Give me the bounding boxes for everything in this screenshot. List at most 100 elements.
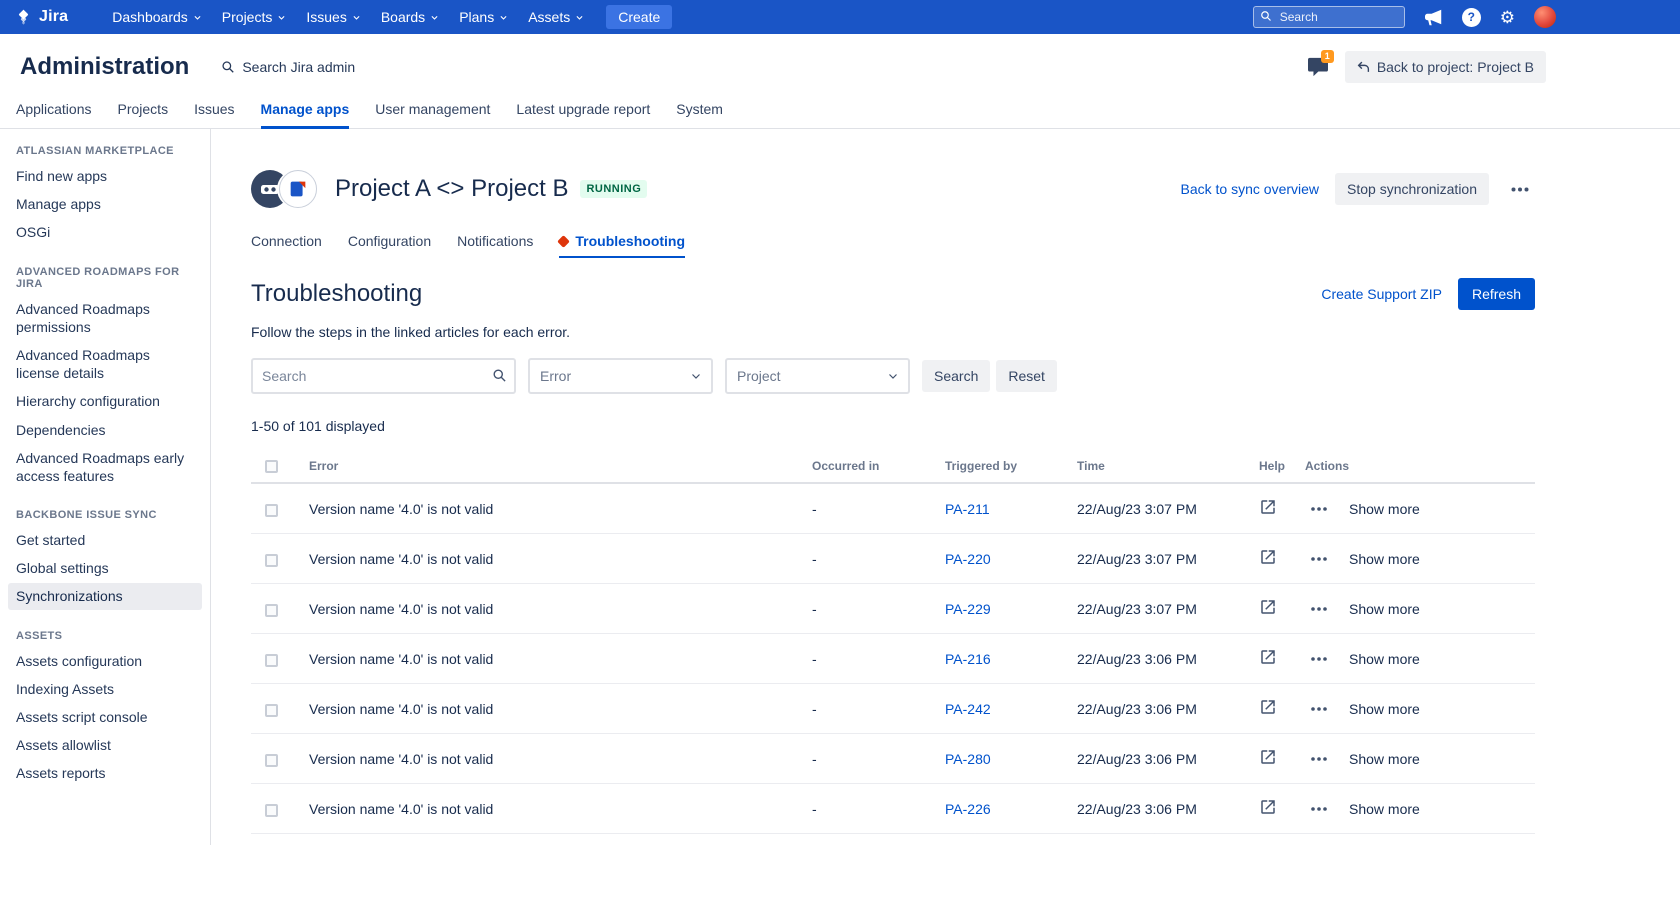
external-link-icon[interactable] [1259,548,1277,566]
admin-sidebar: ATLASSIAN MARKETPLACE Find new apps Mana… [0,129,211,845]
sync-tab[interactable]: Notifications [457,233,533,258]
sync-tab[interactable]: Configuration [348,233,431,258]
sidebar-item[interactable]: Dependencies [8,417,202,443]
error-search-input[interactable] [251,358,516,394]
row-checkbox[interactable] [265,604,278,617]
jira-logo[interactable]: Jira [14,8,68,27]
show-more-button[interactable]: Show more [1349,501,1420,517]
more-actions-icon[interactable] [1305,702,1333,715]
topnav-menu-item[interactable]: Issues [296,0,370,34]
external-link-icon[interactable] [1259,498,1277,516]
row-checkbox[interactable] [265,554,278,567]
more-actions-icon[interactable] [1305,602,1333,615]
show-more-button[interactable]: Show more [1349,701,1420,717]
stop-synchronization-button[interactable]: Stop synchronization [1335,173,1489,205]
triggered-by-link[interactable]: PA-226 [945,801,991,817]
triggered-by-link[interactable]: PA-229 [945,601,991,617]
error-filter-select[interactable]: Error [528,358,713,394]
triggered-by-link[interactable]: PA-216 [945,651,991,667]
show-more-button[interactable]: Show more [1349,801,1420,817]
gear-icon[interactable]: ⚙ [1500,9,1515,26]
global-search[interactable] [1253,6,1405,28]
global-search-input[interactable] [1253,6,1405,28]
external-link-icon[interactable] [1259,598,1277,616]
admin-tab[interactable]: Latest upgrade report [516,96,650,128]
external-link-icon[interactable] [1259,648,1277,666]
admin-tab[interactable]: Issues [194,96,234,128]
row-checkbox[interactable] [265,504,278,517]
admin-tab[interactable]: User management [375,96,490,128]
triggered-by-link[interactable]: PA-242 [945,701,991,717]
sidebar-item[interactable]: Hierarchy configuration [8,388,202,414]
search-jira-admin-button[interactable]: Search Jira admin [221,59,355,75]
sidebar-item[interactable]: Manage apps [8,191,202,217]
sidebar-item[interactable]: Find new apps [8,163,202,189]
back-to-project-button[interactable]: Back to project: Project B [1345,51,1546,83]
sidebar-item[interactable]: Indexing Assets [8,676,202,702]
show-more-button[interactable]: Show more [1349,601,1420,617]
more-actions-icon[interactable] [1305,502,1333,515]
notifications-icon[interactable]: 1 [1307,57,1329,77]
sidebar-item[interactable]: Assets reports [8,760,202,786]
external-link-icon[interactable] [1259,698,1277,716]
sidebar-item[interactable]: Synchronizations [8,583,202,609]
sidebar-item[interactable]: Get started [8,527,202,553]
sidebar-item[interactable]: Assets allowlist [8,732,202,758]
row-checkbox[interactable] [265,804,278,817]
help-icon[interactable]: ? [1462,8,1481,27]
search-button[interactable]: Search [922,360,990,392]
more-actions-icon[interactable] [1305,652,1333,665]
external-link-icon[interactable] [1259,798,1277,816]
sidebar-item[interactable]: Global settings [8,555,202,581]
back-to-sync-overview-link[interactable]: Back to sync overview [1181,181,1320,197]
more-actions-icon[interactable] [1305,802,1333,815]
row-checkbox[interactable] [265,654,278,667]
topnav-menu-item[interactable]: Boards [371,0,449,34]
show-more-button[interactable]: Show more [1349,751,1420,767]
sidebar-item[interactable]: Advanced Roadmaps license details [8,342,202,386]
admin-tab[interactable]: Applications [16,96,92,128]
select-all-checkbox[interactable] [265,460,278,473]
chevron-down-icon [193,13,202,22]
admin-tab[interactable]: Projects [118,96,169,128]
search-icon[interactable] [492,368,507,383]
more-actions-icon[interactable] [1305,752,1333,765]
sync-tab[interactable]: Connection [251,233,322,258]
external-link-icon[interactable] [1259,748,1277,766]
sidebar-item[interactable]: Advanced Roadmaps early access features [8,445,202,489]
feedback-megaphone-icon[interactable] [1424,9,1443,26]
admin-tab[interactable]: System [676,96,723,128]
topnav-menu-item-label: Issues [306,9,346,25]
reset-button[interactable]: Reset [996,360,1057,392]
user-avatar[interactable] [1534,6,1556,28]
sidebar-item-label: Indexing Assets [16,681,114,697]
more-actions-icon[interactable] [1505,183,1535,196]
sidebar-item[interactable]: Advanced Roadmaps permissions [8,296,202,340]
more-actions-icon[interactable] [1305,552,1333,565]
col-actions: Actions [1297,450,1535,483]
top-navigation-bar: Jira Dashboards Projects Issues Boards P… [0,0,1680,34]
show-more-button[interactable]: Show more [1349,551,1420,567]
triggered-by-link[interactable]: PA-280 [945,751,991,767]
sidebar-section-title: ASSETS [16,630,202,642]
sidebar-item[interactable]: Assets configuration [8,648,202,674]
sync-tab[interactable]: Troubleshooting [559,233,685,258]
create-button[interactable]: Create [606,5,672,29]
refresh-button[interactable]: Refresh [1458,278,1535,310]
row-checkbox[interactable] [265,754,278,767]
triggered-by-link[interactable]: PA-211 [945,501,990,517]
show-more-button[interactable]: Show more [1349,651,1420,667]
status-badge: RUNNING [580,180,647,198]
sidebar-item[interactable]: OSGi [8,219,202,245]
row-checkbox[interactable] [265,704,278,717]
triggered-by-link[interactable]: PA-220 [945,551,991,567]
topnav-menu-item[interactable]: Projects [212,0,297,34]
admin-tab[interactable]: Manage apps [261,96,350,128]
topnav-menu-item[interactable]: Plans [449,0,518,34]
create-support-zip-link[interactable]: Create Support ZIP [1321,286,1442,302]
sidebar-item[interactable]: Assets script console [8,704,202,730]
topnav-menu-item[interactable]: Dashboards [102,0,212,34]
app-logo-icon [251,169,319,209]
project-filter-select[interactable]: Project [725,358,910,394]
topnav-menu-item[interactable]: Assets [518,0,594,34]
